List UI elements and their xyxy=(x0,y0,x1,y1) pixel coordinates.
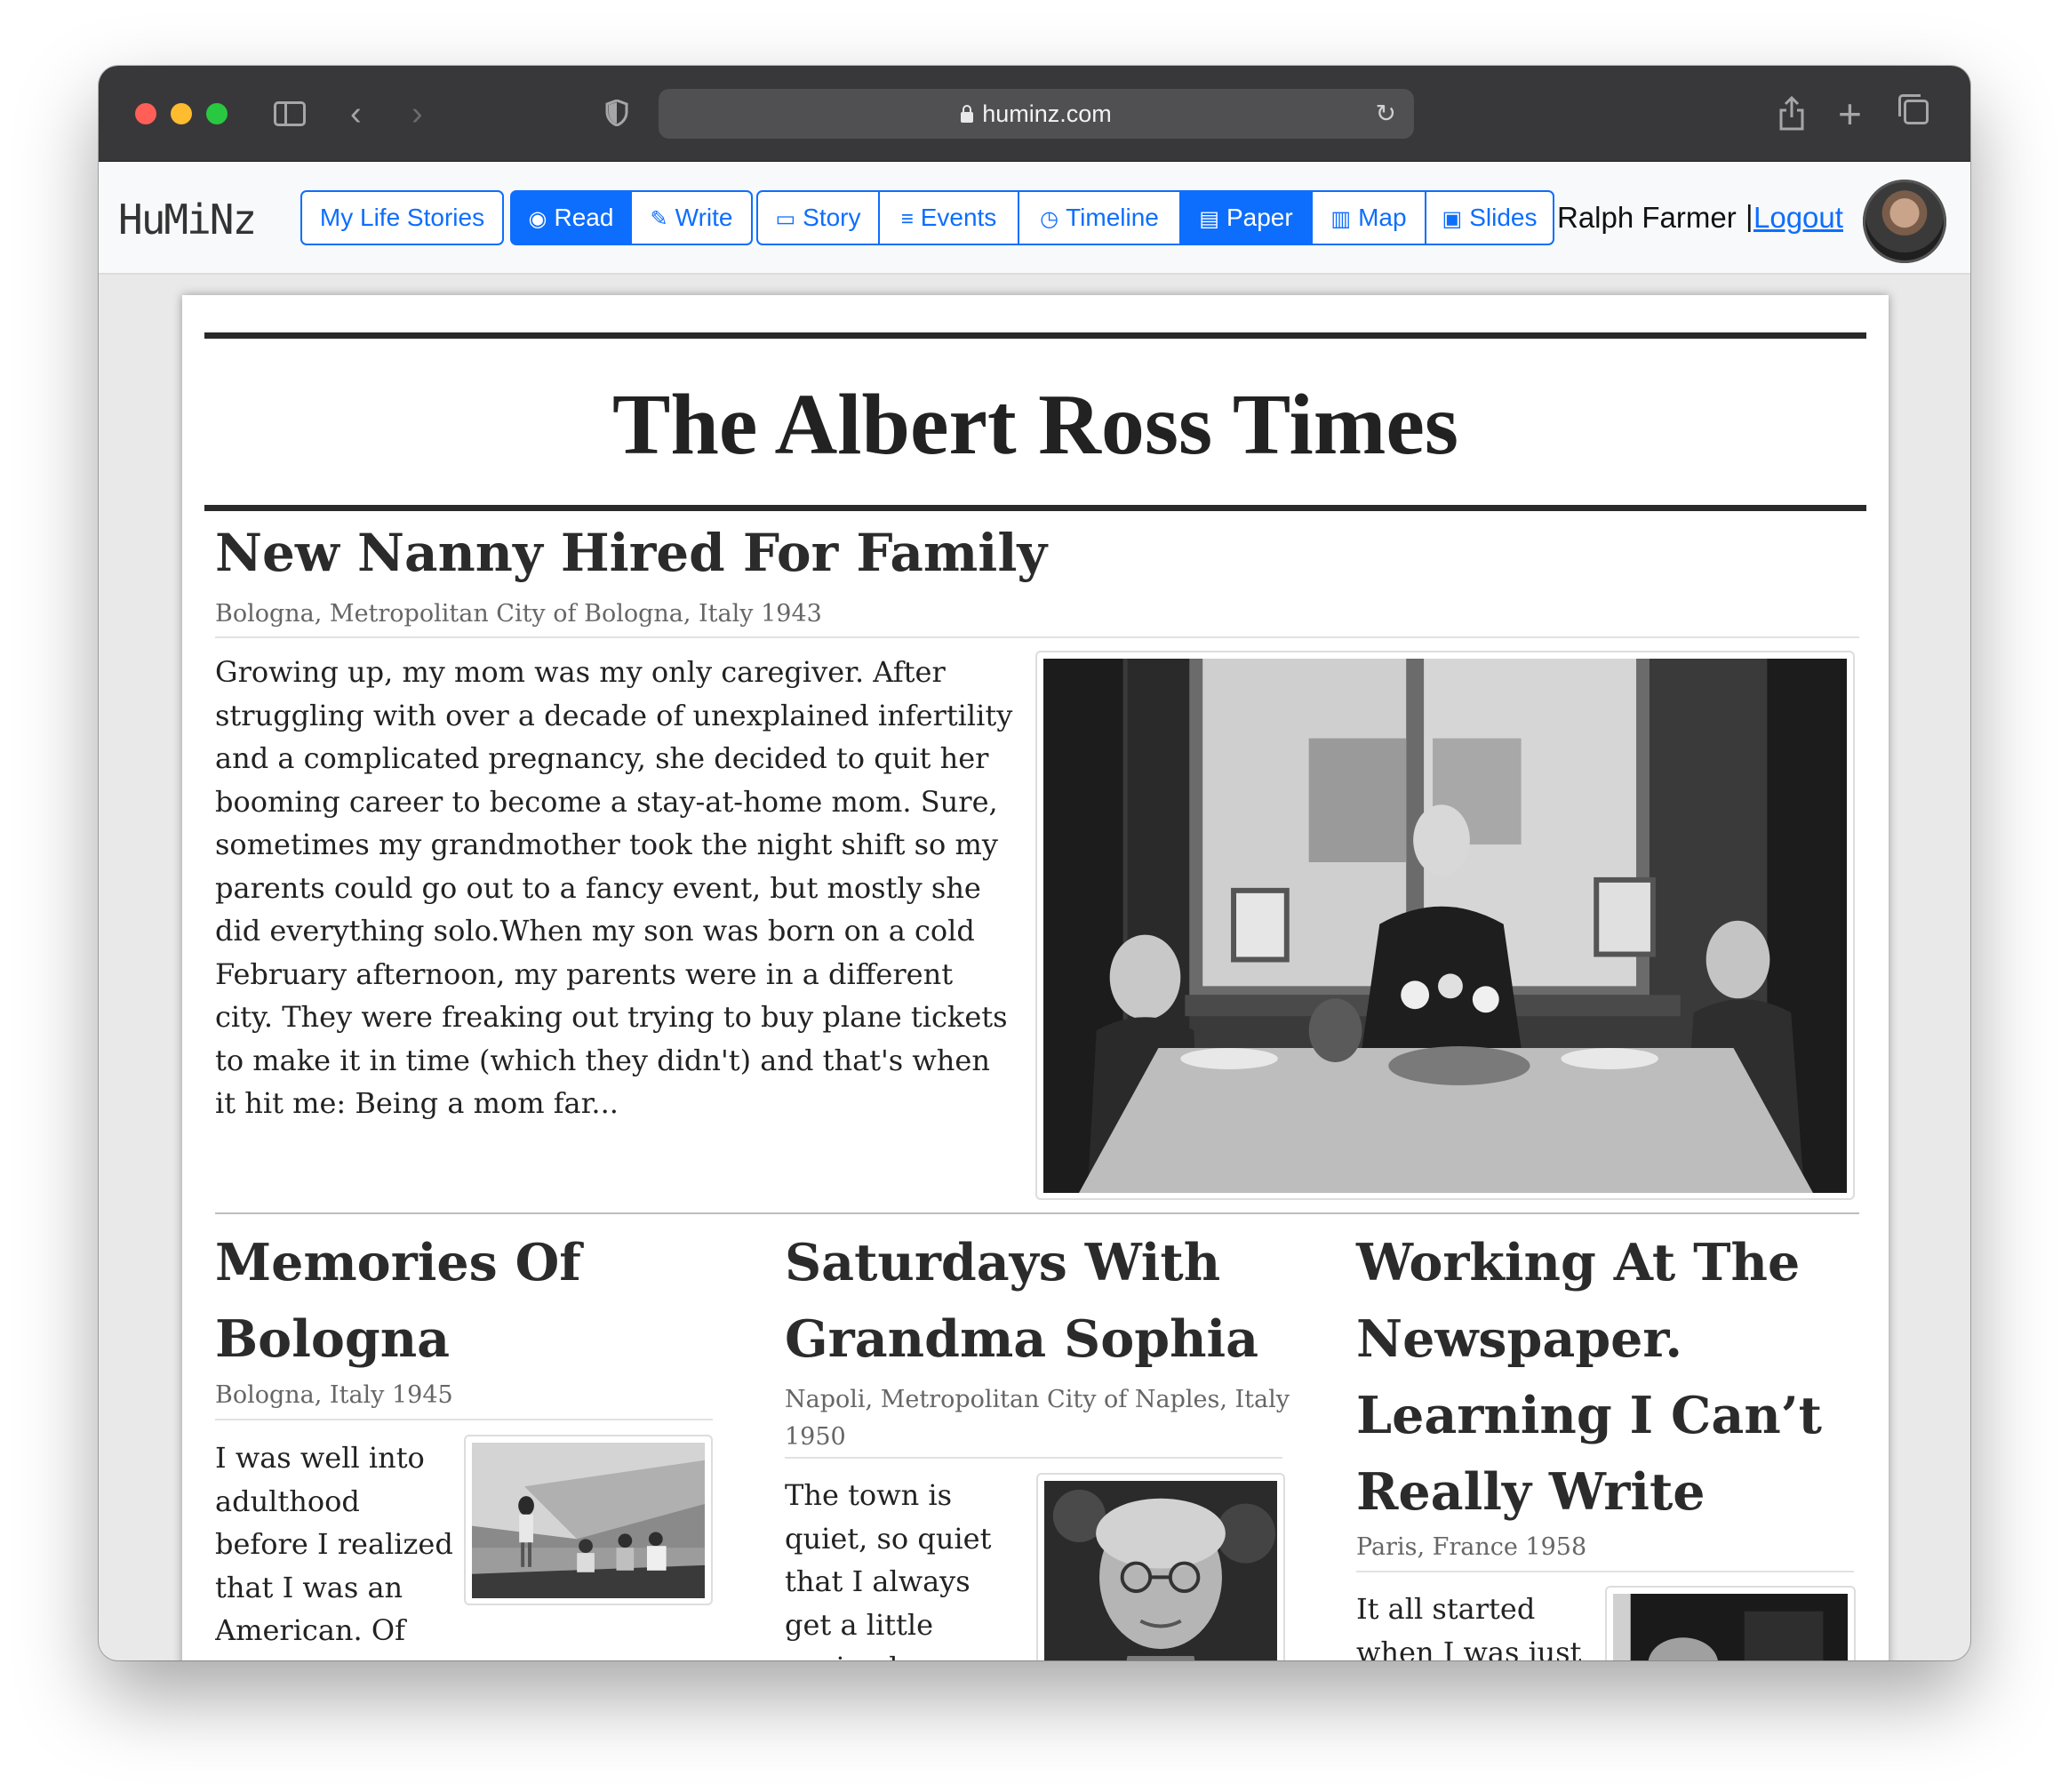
read-label: Read xyxy=(554,204,614,231)
url-text: huminz.com xyxy=(982,100,1112,127)
article-1-headline[interactable]: Memories Of Bologna xyxy=(215,1225,713,1378)
slides-label: Slides xyxy=(1469,204,1538,231)
family-dinner-photo xyxy=(1043,659,1847,1194)
story-button[interactable]: ▭ Story xyxy=(756,190,880,245)
write-label: Write xyxy=(675,204,733,231)
article-3-dateline: Paris, France 1958 xyxy=(1356,1533,1587,1561)
article-2-body-text: The town is quiet, so quiet that I alway… xyxy=(785,1478,992,1660)
list-icon: ≡ xyxy=(900,207,914,231)
lead-dateline-rule xyxy=(215,636,1859,638)
nav-separator: | xyxy=(1745,199,1753,232)
user-avatar[interactable] xyxy=(1863,180,1946,263)
tab-overview-icon[interactable] xyxy=(1898,94,1929,124)
lead-photo[interactable] xyxy=(1035,651,1855,1200)
article-3-rule xyxy=(1356,1571,1854,1572)
pencil-icon: ✎ xyxy=(650,207,668,231)
newspaper-title: The Albert Ross Times xyxy=(612,377,1458,473)
book-icon: ▭ xyxy=(775,207,796,231)
brand-logo[interactable]: HuMiNz xyxy=(118,196,257,244)
events-label: Events xyxy=(920,204,997,231)
timeline-button[interactable]: ◷ Timeline xyxy=(1018,190,1181,245)
article-3-body: It all started when I was just xyxy=(1356,1588,1854,1660)
lead-dateline: Bologna, Metropolitan City of Bologna, I… xyxy=(215,600,822,628)
article-2-dateline: Napoli, Metropolitan City of Naples, Ita… xyxy=(785,1386,1290,1451)
clock-icon: ◷ xyxy=(1040,207,1059,231)
privacy-shield-icon[interactable] xyxy=(605,100,628,126)
masthead-bottom-rule xyxy=(204,505,1866,511)
article-1-rule xyxy=(215,1419,713,1420)
my-life-stories-button[interactable]: My Life Stories xyxy=(300,190,504,245)
address-bar[interactable]: huminz.com ↻ xyxy=(659,89,1414,139)
article-2-body: The town is quiet, so quiet that I alway… xyxy=(785,1474,1282,1660)
logout-link[interactable]: Logout xyxy=(1753,201,1843,235)
newspaper-page: The Albert Ross Times New Nanny Hired Fo… xyxy=(182,295,1889,1660)
share-icon[interactable] xyxy=(1778,96,1805,132)
forward-chevron-icon[interactable]: › xyxy=(411,92,423,135)
newspaper-icon: ▤ xyxy=(1199,207,1219,231)
browser-toolbar: ‹ › huminz.com ↻ + xyxy=(99,66,1970,162)
section-divider xyxy=(215,1212,1859,1214)
zoom-window-button[interactable] xyxy=(206,103,228,124)
masthead-top-rule xyxy=(204,332,1866,339)
lead-body: Growing up, my mom was my only caregiver… xyxy=(215,655,1013,1120)
lead-headline[interactable]: New Nanny Hired For Family xyxy=(215,523,1047,583)
map-button[interactable]: ▥ Map xyxy=(1311,190,1426,245)
write-button[interactable]: ✎ Write xyxy=(630,190,753,245)
article-1-dateline: Bologna, Italy 1945 xyxy=(215,1381,453,1409)
site-navbar: HuMiNz My Life Stories ◉ Read ✎ Write ▭ Sto… xyxy=(99,162,1970,275)
article-1-body: I was well into adulthood before I reali… xyxy=(215,1436,713,1660)
lock-icon xyxy=(961,105,974,123)
user-name: Ralph Farmer xyxy=(1557,201,1737,234)
close-window-button[interactable] xyxy=(135,103,156,124)
events-button[interactable]: ≡ Events xyxy=(878,190,1019,245)
minimize-window-button[interactable] xyxy=(171,103,192,124)
reload-icon[interactable]: ↻ xyxy=(1376,98,1396,130)
back-chevron-icon[interactable]: ‹ xyxy=(350,92,362,135)
read-button[interactable]: ◉ Read xyxy=(510,190,632,245)
article-2-rule xyxy=(785,1457,1282,1459)
new-tab-icon[interactable]: + xyxy=(1838,92,1862,135)
story-label: Story xyxy=(803,204,861,231)
slides-icon: ▣ xyxy=(1442,207,1463,231)
article-2-headline[interactable]: Saturdays With Grandma Sophia xyxy=(785,1225,1300,1378)
map-icon: ▥ xyxy=(1330,207,1352,231)
eye-icon: ◉ xyxy=(528,207,547,231)
article-3-headline[interactable]: Working At The Newspaper. Learning I Can… xyxy=(1356,1225,1872,1531)
timeline-label: Timeline xyxy=(1066,204,1159,231)
slides-button[interactable]: ▣ Slides xyxy=(1425,190,1554,245)
sidebar-toggle-icon[interactable] xyxy=(274,101,306,126)
article-3-body-text: It all started when I was just xyxy=(1356,1592,1582,1660)
browser-window: ‹ › huminz.com ↻ + HuMiNz My Life Storie… xyxy=(99,66,1970,1660)
my-life-stories-label: My Life Stories xyxy=(319,204,485,231)
paper-button[interactable]: ▤ Paper xyxy=(1179,190,1313,245)
map-label: Map xyxy=(1358,204,1407,231)
paper-label: Paper xyxy=(1226,204,1293,231)
